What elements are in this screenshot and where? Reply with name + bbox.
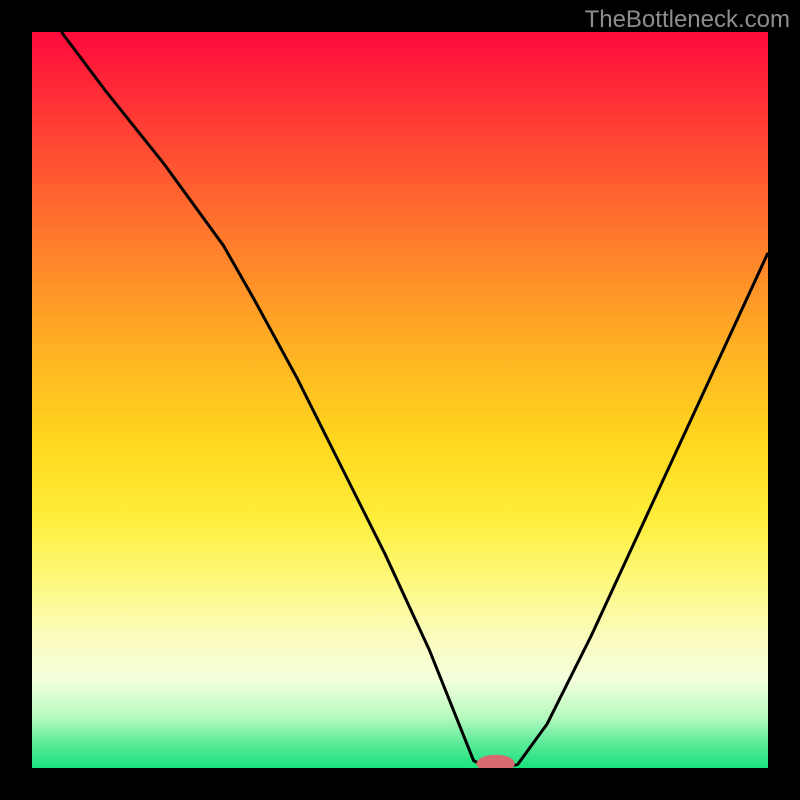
minimum-marker: [477, 755, 515, 768]
curve-svg: [32, 32, 768, 768]
chart-frame: TheBottleneck.com: [0, 0, 800, 800]
watermark-text: TheBottleneck.com: [585, 6, 790, 34]
plot-area: [32, 32, 768, 768]
bottleneck-curve: [61, 32, 768, 768]
